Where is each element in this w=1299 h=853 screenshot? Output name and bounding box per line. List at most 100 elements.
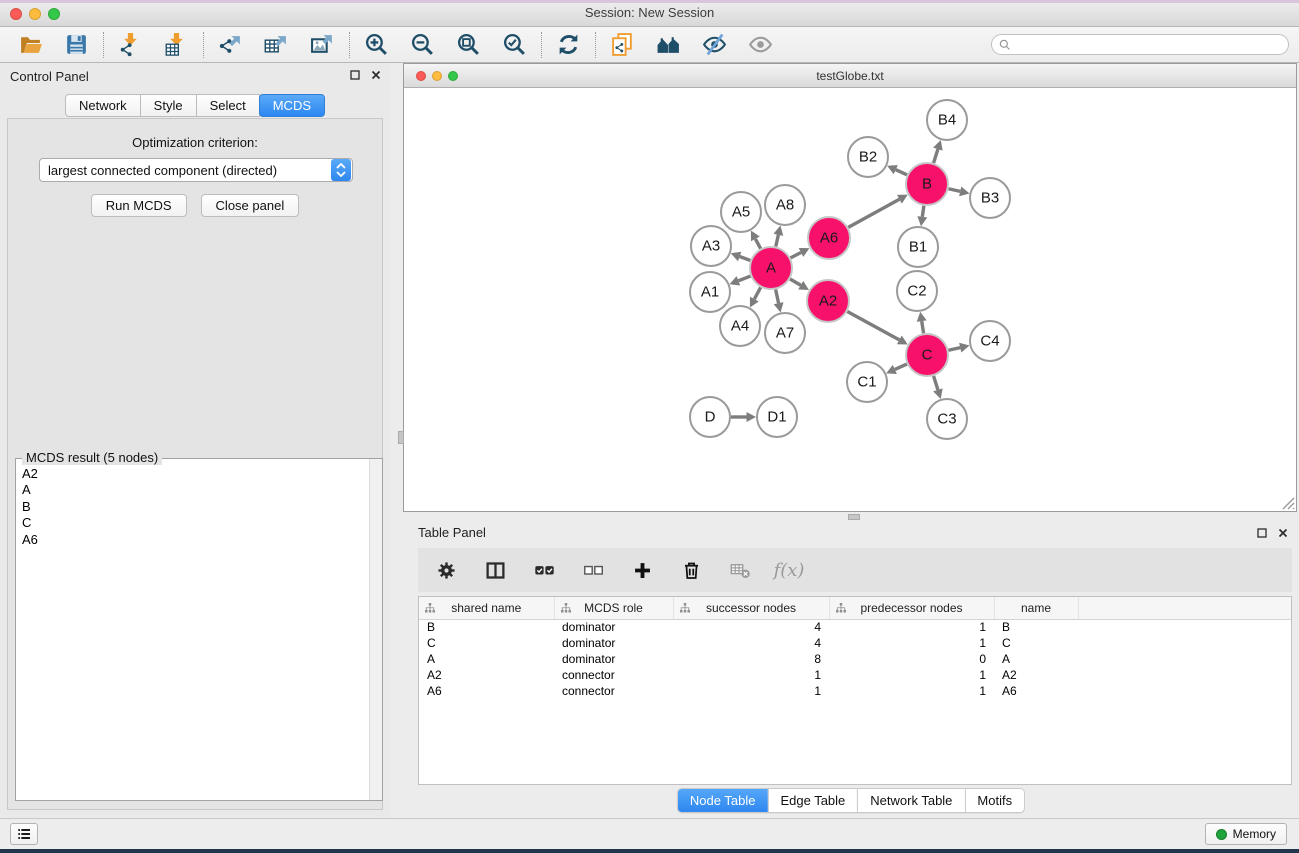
column-header[interactable]: successor nodes xyxy=(673,597,829,619)
result-item[interactable]: A6 xyxy=(22,532,369,548)
column-header[interactable]: name xyxy=(994,597,1078,619)
network-canvas[interactable]: A A1 A2 A3 A4 A5 A6 A7 A8 B B1 B2 B3B4 C C1 C2 C3C4 D D1 xyxy=(404,88,1296,511)
optimization-criterion-select[interactable]: largest connected component (directed) xyxy=(39,158,353,182)
result-item[interactable]: C xyxy=(22,515,369,531)
table-cell[interactable]: 1 xyxy=(829,635,994,651)
vertical-scroll-thumb[interactable] xyxy=(398,431,404,444)
open-session-button[interactable] xyxy=(17,31,44,58)
table-cell[interactable]: C xyxy=(419,635,554,651)
table-cell[interactable]: 1 xyxy=(829,667,994,683)
graph-node-C3[interactable]: C3 xyxy=(927,399,967,439)
table-cell[interactable]: 1 xyxy=(673,683,829,699)
table-cell[interactable]: A xyxy=(994,651,1078,667)
tab-motifs[interactable]: Motifs xyxy=(964,789,1024,812)
graph-node-D[interactable]: D xyxy=(690,397,730,437)
table-cell[interactable]: dominator xyxy=(554,635,673,651)
graph-node-A7[interactable]: A7 xyxy=(765,313,805,353)
tab-style[interactable]: Style xyxy=(140,94,197,117)
table-cell[interactable]: dominator xyxy=(554,619,673,635)
table-cell[interactable]: A6 xyxy=(994,683,1078,699)
graph-node-D1[interactable]: D1 xyxy=(757,397,797,437)
tab-network[interactable]: Network xyxy=(65,94,141,117)
tab-node-table[interactable]: Node Table xyxy=(678,789,768,812)
table-row[interactable]: A2connector11A2 xyxy=(419,667,1291,683)
table-row[interactable]: Adominator80A xyxy=(419,651,1291,667)
tab-network-table[interactable]: Network Table xyxy=(857,789,964,812)
graph-node-B3[interactable]: B3 xyxy=(970,178,1010,218)
table-cell[interactable]: connector xyxy=(554,667,673,683)
float-table-panel-icon[interactable] xyxy=(1256,527,1268,539)
table-cell[interactable]: A2 xyxy=(419,667,554,683)
run-mcds-button[interactable]: Run MCDS xyxy=(91,194,187,217)
zoom-fit-button[interactable] xyxy=(455,31,482,58)
table-cell[interactable]: dominator xyxy=(554,651,673,667)
result-item[interactable]: B xyxy=(22,499,369,515)
export-image-button[interactable] xyxy=(309,31,336,58)
deselect-all-rows-button[interactable] xyxy=(581,558,605,582)
table-settings-button[interactable] xyxy=(434,558,458,582)
table-cell[interactable]: 0 xyxy=(829,651,994,667)
zoom-selected-button[interactable] xyxy=(501,31,528,58)
table-cell[interactable]: A xyxy=(419,651,554,667)
resize-grip-icon[interactable] xyxy=(1280,495,1295,510)
graph-node-C4[interactable]: C4 xyxy=(970,321,1010,361)
network-graph[interactable]: A A1 A2 A3 A4 A5 A6 A7 A8 B B1 B2 B3B4 C C1 C2 C3C4 D D1 xyxy=(404,88,1296,511)
column-header[interactable]: MCDS role xyxy=(554,597,673,619)
zoom-out-button[interactable] xyxy=(409,31,436,58)
graph-node-A5[interactable]: A5 xyxy=(721,192,761,232)
graph-node-C[interactable]: C xyxy=(906,334,948,376)
import-network-button[interactable] xyxy=(117,31,144,58)
close-table-panel-icon[interactable] xyxy=(1277,527,1289,539)
graph-node-B1[interactable]: B1 xyxy=(898,227,938,267)
select-all-rows-button[interactable] xyxy=(532,558,556,582)
panel-list-button[interactable] xyxy=(10,823,38,845)
table-cell[interactable]: 1 xyxy=(673,667,829,683)
table-cell[interactable]: B xyxy=(994,619,1078,635)
refresh-layout-button[interactable] xyxy=(555,31,582,58)
graph-node-B4[interactable]: B4 xyxy=(927,100,967,140)
export-network-button[interactable] xyxy=(217,31,244,58)
zoom-in-button[interactable] xyxy=(363,31,390,58)
graph-node-C2[interactable]: C2 xyxy=(897,271,937,311)
home-view-button[interactable] xyxy=(655,31,682,58)
float-panel-icon[interactable] xyxy=(349,69,361,81)
show-graphics-details-button[interactable] xyxy=(747,31,774,58)
hide-graphics-details-button[interactable] xyxy=(701,31,728,58)
table-cell[interactable]: 4 xyxy=(673,619,829,635)
search-input[interactable] xyxy=(1012,38,1282,52)
table-cell[interactable]: connector xyxy=(554,683,673,699)
result-item[interactable]: A xyxy=(22,482,369,498)
table-cell[interactable]: 1 xyxy=(829,683,994,699)
table-row[interactable]: A6connector11A6 xyxy=(419,683,1291,699)
table-cell[interactable]: 4 xyxy=(673,635,829,651)
graph-node-B[interactable]: B xyxy=(906,163,948,205)
graph-node-A2[interactable]: A2 xyxy=(807,280,849,322)
table-row[interactable]: Bdominator41B xyxy=(419,619,1291,635)
table-cell[interactable]: A2 xyxy=(994,667,1078,683)
add-column-button[interactable] xyxy=(630,558,654,582)
search-box[interactable] xyxy=(991,34,1289,55)
network-window-titlebar[interactable]: testGlobe.txt xyxy=(404,64,1296,88)
mcds-result-list[interactable]: A2ABCA6 xyxy=(16,462,369,800)
graph-node-A[interactable]: A xyxy=(750,247,792,289)
split-table-button[interactable] xyxy=(483,558,507,582)
table-cell[interactable]: 8 xyxy=(673,651,829,667)
graph-node-A6[interactable]: A6 xyxy=(808,217,850,259)
table-cell[interactable]: A6 xyxy=(419,683,554,699)
import-table-button[interactable] xyxy=(163,31,190,58)
tab-select[interactable]: Select xyxy=(196,94,260,117)
table-cell[interactable]: B xyxy=(419,619,554,635)
result-item[interactable]: A2 xyxy=(22,466,369,482)
close-panel-button[interactable]: Close panel xyxy=(201,194,300,217)
tab-edge-table[interactable]: Edge Table xyxy=(767,789,857,812)
graph-node-A1[interactable]: A1 xyxy=(690,272,730,312)
table-cell[interactable]: 1 xyxy=(829,619,994,635)
graph-node-B2[interactable]: B2 xyxy=(848,137,888,177)
graph-node-A4[interactable]: A4 xyxy=(720,306,760,346)
column-header[interactable]: predecessor nodes xyxy=(829,597,994,619)
graph-node-A8[interactable]: A8 xyxy=(765,185,805,225)
node-table[interactable]: shared nameMCDS rolesuccessor nodesprede… xyxy=(418,596,1292,785)
result-scrollbar[interactable] xyxy=(369,459,382,800)
graph-node-C1[interactable]: C1 xyxy=(847,362,887,402)
graph-node-A3[interactable]: A3 xyxy=(691,226,731,266)
